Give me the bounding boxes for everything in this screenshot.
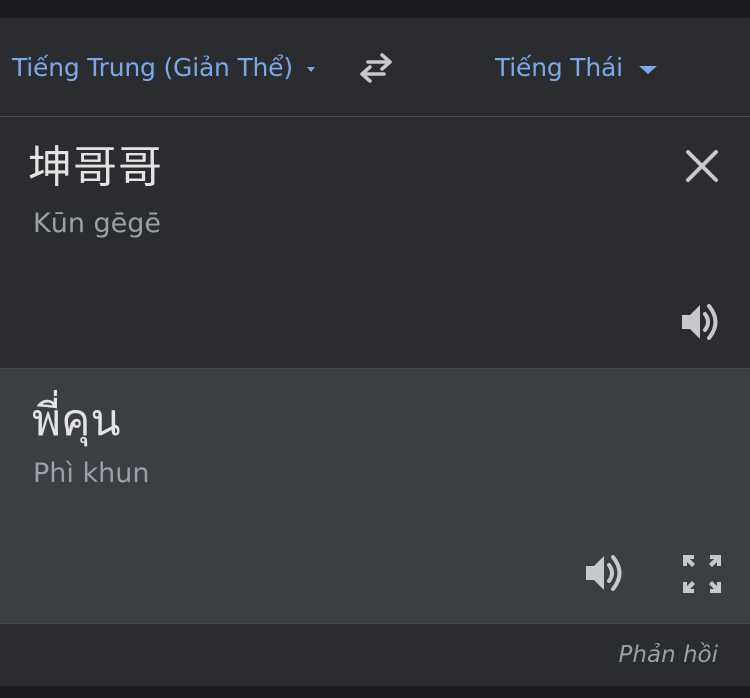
source-language-selector[interactable]: Tiếng Trung (Giản Thể): [12, 18, 315, 117]
target-language-selector[interactable]: Tiếng Thái: [495, 18, 657, 117]
language-bar: Tiếng Trung (Giản Thể) Tiếng Thái: [0, 18, 750, 117]
clear-text-button[interactable]: [682, 146, 722, 186]
source-romanization: Kūn gēgē: [33, 208, 162, 239]
source-text[interactable]: 坤哥哥: [28, 142, 163, 194]
caret-down-icon: [306, 67, 315, 72]
speaker-icon: [682, 304, 718, 340]
listen-source-button[interactable]: [678, 300, 726, 344]
swap-languages-button[interactable]: [354, 48, 398, 88]
close-icon: [686, 150, 718, 182]
bottom-border: [0, 686, 750, 698]
feedback-link[interactable]: Phản hồi: [619, 642, 718, 668]
fullscreen-button[interactable]: [680, 552, 724, 596]
swap-languages-icon: [360, 53, 392, 83]
source-language-label: Tiếng Trung (Giản Thể): [12, 53, 293, 82]
translation-text: พี่คุน: [32, 395, 121, 446]
speaker-icon: [586, 555, 622, 591]
target-language-label: Tiếng Thái: [495, 53, 623, 82]
fullscreen-icon: [683, 555, 721, 593]
footer: Phản hồi: [0, 623, 750, 686]
translation-panel: พี่คุน Phì khun: [0, 368, 750, 623]
source-panel[interactable]: 坤哥哥 Kūn gēgē: [0, 118, 750, 368]
translate-widget: Tiếng Trung (Giản Thể) Tiếng Thái 坤哥哥 Kū…: [0, 0, 750, 698]
translation-romanization: Phì khun: [33, 458, 150, 489]
top-border: [0, 0, 750, 18]
caret-down-icon: [638, 65, 657, 74]
listen-translation-button[interactable]: [582, 551, 630, 595]
